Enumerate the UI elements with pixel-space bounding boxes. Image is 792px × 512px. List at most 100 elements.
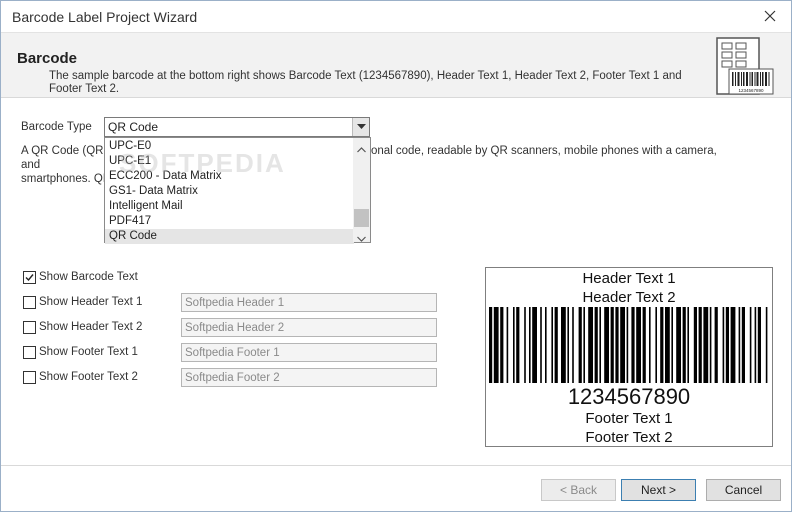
- title-bar: Barcode Label Project Wizard: [1, 1, 791, 32]
- chevron-down-icon[interactable]: [357, 231, 366, 245]
- barcode-bar: [687, 307, 689, 383]
- barcode-bar: [749, 307, 752, 383]
- barcode-bar: [655, 307, 657, 383]
- barcode-bar: [709, 307, 712, 383]
- footer-text-2-field[interactable]: [182, 369, 436, 386]
- barcode-bar: [738, 307, 741, 383]
- barcode-bar: [500, 307, 504, 383]
- show-footer-text-1-label[interactable]: Show Footer Text 1: [39, 346, 138, 358]
- barcode-bar: [620, 307, 625, 383]
- barcode-bar: [583, 307, 585, 383]
- barcode-bar: [626, 307, 629, 383]
- barcode-bar: [532, 307, 537, 383]
- barcode-bar: [636, 307, 641, 383]
- barcode-bar: [714, 307, 718, 383]
- show-footer-text-2-checkbox[interactable]: [23, 371, 36, 384]
- barcode-bar: [698, 307, 702, 383]
- header-text-1-field[interactable]: [182, 294, 436, 311]
- barcode-bar: [588, 307, 593, 383]
- barcode-label-icon: 1234567890: [715, 36, 775, 96]
- barcode-bar: [730, 307, 736, 383]
- footer-divider: [1, 465, 791, 466]
- barcode-bar: [567, 307, 569, 383]
- barcode-bar: [554, 307, 558, 383]
- barcode-bar: [524, 307, 526, 383]
- barcode-type-label: Barcode Type: [21, 121, 92, 133]
- footer-text-2-input[interactable]: [181, 368, 437, 387]
- cancel-button[interactable]: Cancel: [706, 479, 781, 501]
- barcode-type-value: QR Code: [108, 120, 159, 134]
- barcode-bar: [671, 307, 673, 383]
- barcode-bar: [725, 307, 729, 383]
- preview-footer-text-1: Footer Text 1: [585, 410, 673, 427]
- barcode-bar: [513, 307, 515, 383]
- show-barcode-text-checkbox[interactable]: [23, 271, 36, 284]
- description-line1-start: A QR Code (QR is: [21, 145, 115, 157]
- footer-text-1-input[interactable]: [181, 343, 437, 362]
- barcode-bar: [572, 307, 574, 383]
- barcode-bar: [506, 307, 509, 383]
- scrollbar-thumb[interactable]: [354, 209, 369, 227]
- barcode-bar: [540, 307, 542, 383]
- barcode-bar: [604, 307, 609, 383]
- dropdown-option-intelligent-mail[interactable]: Intelligent Mail: [105, 199, 354, 214]
- preview-header-text-1: Header Text 1: [582, 270, 676, 287]
- close-icon[interactable]: [761, 7, 779, 25]
- barcode-bar: [561, 307, 566, 383]
- barcode-bar: [660, 307, 664, 383]
- barcode-bar: [693, 307, 697, 383]
- show-header-text-2-checkbox[interactable]: [23, 321, 36, 334]
- barcode-bar: [615, 307, 619, 383]
- dropdown-option-gs1-data-matrix[interactable]: GS1- Data Matrix: [105, 184, 354, 199]
- barcode-bar: [722, 307, 725, 383]
- barcode-bar: [642, 307, 646, 383]
- header-text-1-input[interactable]: [181, 293, 437, 312]
- barcode-bar: [765, 307, 768, 383]
- show-footer-text-2-label[interactable]: Show Footer Text 2: [39, 371, 138, 383]
- back-button[interactable]: < Back: [541, 479, 616, 501]
- description-line2: smartphones. QR: [21, 173, 112, 185]
- barcode-bar: [682, 307, 686, 383]
- chevron-up-icon[interactable]: [357, 142, 366, 156]
- window-title: Barcode Label Project Wizard: [12, 9, 198, 25]
- barcode-bar: [594, 307, 598, 383]
- page-title: Barcode: [17, 50, 78, 67]
- barcode-bar: [489, 307, 493, 383]
- dropdown-option-qr-code[interactable]: QR Code: [105, 229, 354, 244]
- show-barcode-text-label[interactable]: Show Barcode Text: [39, 271, 138, 283]
- show-header-text-2-label[interactable]: Show Header Text 2: [39, 321, 142, 333]
- next-button[interactable]: Next >: [621, 479, 696, 501]
- barcode-bar: [516, 307, 520, 383]
- barcode-bar: [649, 307, 651, 383]
- wizard-window: Barcode Label Project Wizard Barcode The…: [0, 0, 792, 512]
- barcode-type-select[interactable]: QR Code: [104, 117, 370, 137]
- barcode-bar: [676, 307, 681, 383]
- preview-barcode-bars: [489, 307, 768, 383]
- dropdown-option-pdf417[interactable]: PDF417: [105, 214, 354, 229]
- header-text-2-input[interactable]: [181, 318, 437, 337]
- barcode-bar: [610, 307, 614, 383]
- header-text-2-field[interactable]: [182, 319, 436, 336]
- barcode-bar: [631, 307, 635, 383]
- barcode-bar: [551, 307, 553, 383]
- show-header-text-1-label[interactable]: Show Header Text 1: [39, 296, 142, 308]
- barcode-bar: [757, 307, 761, 383]
- chevron-down-icon[interactable]: [352, 118, 369, 136]
- barcode-bar: [578, 307, 582, 383]
- show-footer-text-1-checkbox[interactable]: [23, 346, 36, 359]
- preview-barcode-text: 1234567890: [567, 384, 691, 409]
- barcode-bar: [741, 307, 745, 383]
- barcode-bar: [529, 307, 531, 383]
- dropdown-scrollbar[interactable]: [353, 138, 370, 242]
- preview-footer-text-2: Footer Text 2: [585, 429, 673, 446]
- wizard-header: Barcode The sample barcode at the bottom…: [1, 32, 791, 98]
- softpedia-watermark: SOFTPEDIA: [119, 148, 286, 178]
- page-description: The sample barcode at the bottom right s…: [49, 70, 682, 95]
- barcode-preview: Header Text 1 Header Text 2 1234567890 F…: [485, 267, 773, 447]
- footer-text-1-field[interactable]: [182, 344, 436, 361]
- barcode-bar: [493, 307, 499, 383]
- barcode-bar: [599, 307, 601, 383]
- barcode-bar: [665, 307, 670, 383]
- show-header-text-1-checkbox[interactable]: [23, 296, 36, 309]
- barcode-bar: [754, 307, 757, 383]
